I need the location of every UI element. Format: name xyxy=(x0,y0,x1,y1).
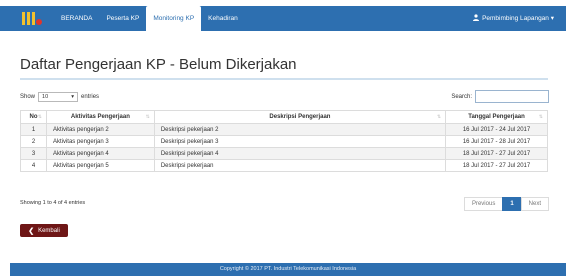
nav-item-kehadiran[interactable]: Kehadiran xyxy=(201,6,245,31)
cell-tanggal: 16 Jul 2017 - 24 Jul 2017 xyxy=(445,123,548,136)
column-header-no[interactable]: No ⇅ xyxy=(20,110,47,124)
nav-item-peserta-kp[interactable]: Peserta KP xyxy=(99,6,146,31)
title-divider xyxy=(20,78,548,80)
page-length-control: Show 10 ▾ entries xyxy=(20,92,99,102)
sort-icon: ⇅ xyxy=(37,114,42,120)
cell-deskripsi: Deskripsi pekerjaan 3 xyxy=(153,135,447,148)
table-row: 1 Aktivitas pengerjan 2 Deskripsi pekerj… xyxy=(20,123,548,136)
cell-tanggal: 18 Jul 2017 - 27 Jul 2017 xyxy=(445,147,548,160)
table-info: Showing 1 to 4 of 4 entries xyxy=(20,200,86,206)
copyright-text: Copyright © 2017 PT. Industri Telekomuni… xyxy=(219,266,357,272)
column-header-deskripsi[interactable]: Deskripsi Pengerjaan ⇅ xyxy=(153,110,447,124)
nav-item-beranda[interactable]: BERANDA xyxy=(54,6,99,31)
cell-deskripsi: Deskripsi pekerjaan 4 xyxy=(153,147,447,160)
column-header-label: Tanggal Pengerjaan xyxy=(468,114,525,120)
cell-deskripsi: Deskripsi pekerjaan 2 xyxy=(153,123,447,136)
cell-aktivitas: Aktivitas pengerjan 5 xyxy=(45,159,155,172)
sort-icon: ⇅ xyxy=(145,114,150,120)
company-logo[interactable] xyxy=(22,12,44,25)
column-header-label: Deskripsi Pengerjaan xyxy=(269,114,331,120)
user-menu-label: Pembimbing Lapangan ▾ xyxy=(482,15,554,22)
chevron-left-icon: ❮ xyxy=(28,227,35,235)
pagination: Previous 1 Next xyxy=(463,197,549,211)
cell-no: 2 xyxy=(20,135,47,148)
column-header-tanggal[interactable]: Tanggal Pengerjaan ⇅ xyxy=(445,110,548,124)
search-input[interactable] xyxy=(475,90,549,103)
search-label: Search: xyxy=(451,93,472,100)
cell-aktivitas: Aktivitas pengerjan 3 xyxy=(45,135,155,148)
table-row: 4 Aktivitas pengerjan 5 Deskripsi pekerj… xyxy=(20,159,548,172)
user-icon xyxy=(473,14,480,21)
table-row: 2 Aktivitas pengerjan 3 Deskripsi pekerj… xyxy=(20,135,548,148)
back-button[interactable]: ❮ Kembali xyxy=(20,224,68,237)
cell-aktivitas: Aktivitas pengerjan 2 xyxy=(45,123,155,136)
entries-select[interactable]: 10 ▾ xyxy=(38,92,79,102)
column-header-label: No xyxy=(29,114,38,120)
page-title: Daftar Pengerjaan KP - Belum Dikerjakan xyxy=(20,56,297,73)
entries-label: entries xyxy=(81,94,100,100)
nav-item-monitoring-kp[interactable]: Monitoring KP xyxy=(146,6,202,31)
sort-icon: ⇅ xyxy=(538,114,543,120)
page-1-button[interactable]: 1 xyxy=(502,197,522,211)
top-navbar: BERANDA Peserta KP Monitoring KP Kehadir… xyxy=(0,6,566,31)
search-control: Search: xyxy=(451,90,549,103)
column-header-label: Aktivitas Pengerjaan xyxy=(70,114,130,120)
column-header-aktivitas[interactable]: Aktivitas Pengerjaan ⇅ xyxy=(45,110,155,124)
cell-aktivitas: Aktivitas pengerjan 4 xyxy=(45,147,155,160)
chevron-down-icon: ▾ xyxy=(71,94,75,100)
nav-menu: BERANDA Peserta KP Monitoring KP Kehadir… xyxy=(54,6,245,31)
cell-tanggal: 16 Jul 2017 - 28 Jul 2017 xyxy=(445,135,548,148)
work-table: No ⇅ Aktivitas Pengerjaan ⇅ Deskripsi Peng… xyxy=(20,110,548,172)
back-button-label: Kembali xyxy=(38,227,60,234)
show-label: Show xyxy=(20,94,36,100)
sort-icon: ⇅ xyxy=(436,114,442,120)
user-menu[interactable]: Pembimbing Lapangan ▾ xyxy=(473,6,554,31)
entries-select-value: 10 xyxy=(42,94,49,100)
next-page-button[interactable]: Next xyxy=(520,197,549,211)
footer: Copyright © 2017 PT. Industri Telekomuni… xyxy=(10,263,566,276)
cell-deskripsi: Deskripsi pekerjaan xyxy=(153,159,447,172)
cell-no: 3 xyxy=(20,147,47,160)
cell-tanggal: 18 Jul 2017 - 27 Jul 2017 xyxy=(445,159,548,172)
cell-no: 4 xyxy=(20,159,47,172)
table-row: 3 Aktivitas pengerjan 4 Deskripsi pekerj… xyxy=(20,147,548,160)
cell-no: 1 xyxy=(20,123,47,136)
previous-page-button[interactable]: Previous xyxy=(463,197,504,211)
table-header-row: No ⇅ Aktivitas Pengerjaan ⇅ Deskripsi Peng… xyxy=(20,110,548,124)
